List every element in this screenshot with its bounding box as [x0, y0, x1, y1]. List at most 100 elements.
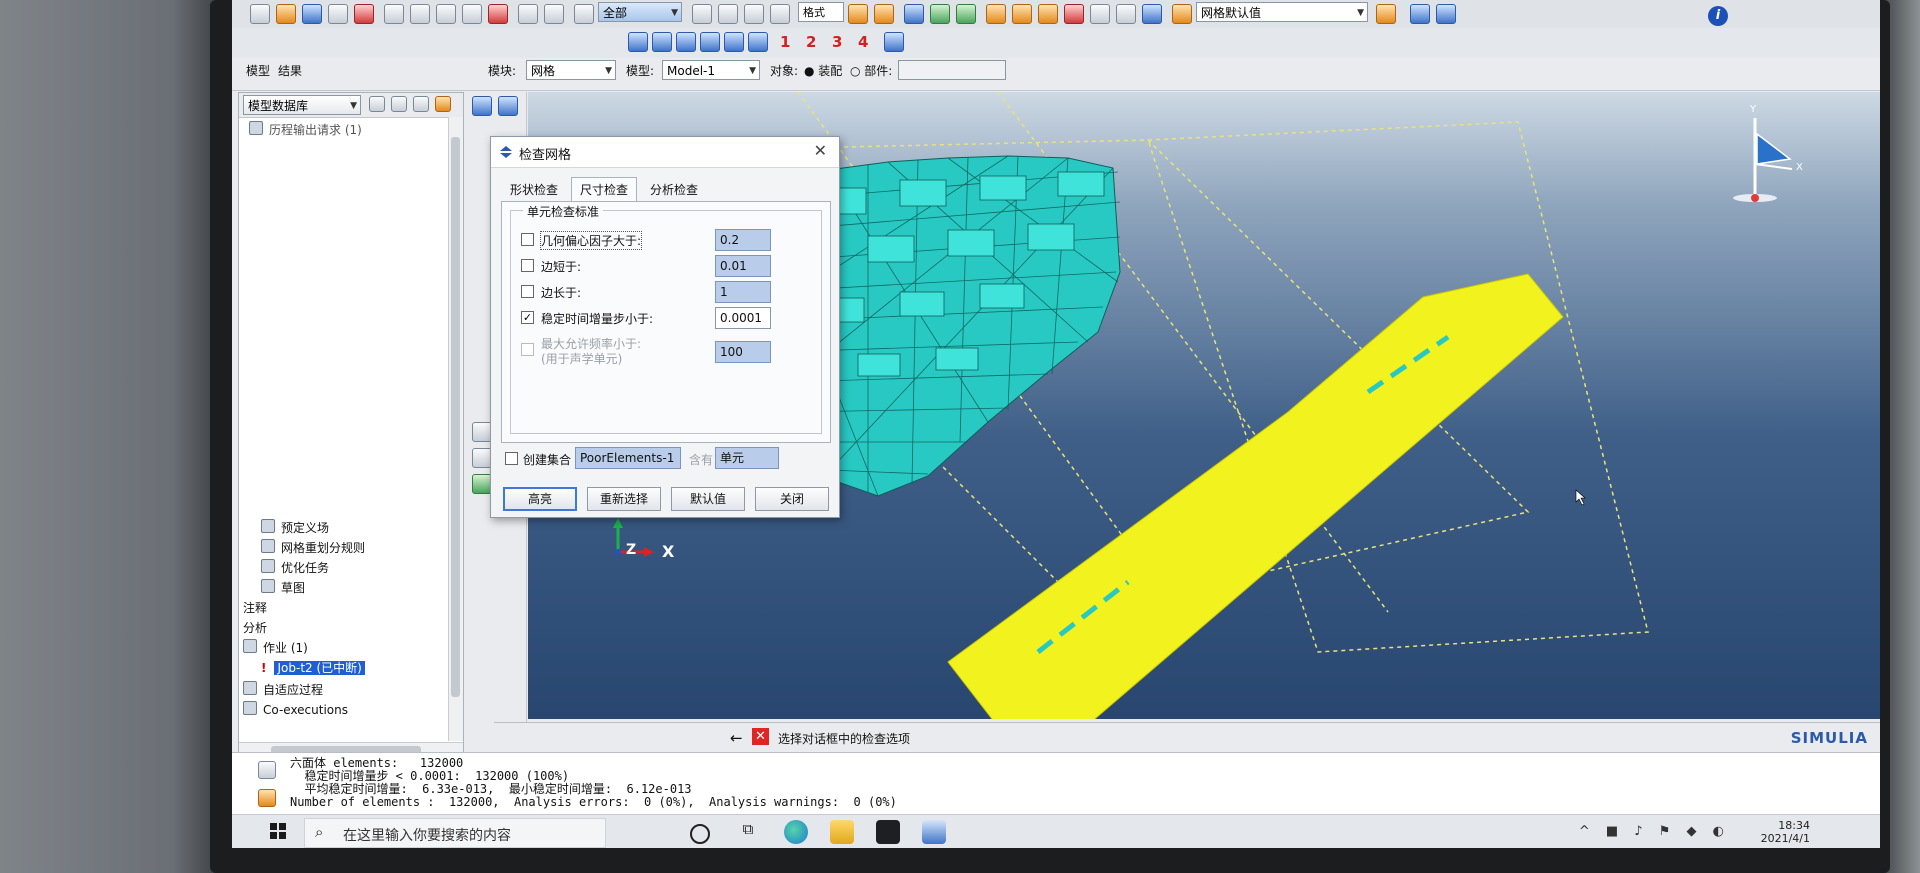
- verify-mesh-icon[interactable]: [472, 422, 492, 442]
- render-style-box[interactable]: 格式36s: [798, 2, 844, 39]
- terminal-icon[interactable]: [876, 820, 900, 844]
- select-icon-2[interactable]: [718, 4, 738, 24]
- windows-start-icon[interactable]: [270, 823, 286, 839]
- csys-icon-4[interactable]: [700, 32, 720, 52]
- tower-icon[interactable]: [544, 4, 564, 24]
- defaults-button[interactable]: 默认值: [671, 487, 745, 511]
- csys-icon-5[interactable]: [724, 32, 744, 52]
- view-front-icon[interactable]: [930, 4, 950, 24]
- tree-item-analysis[interactable]: 分析: [243, 619, 267, 636]
- tree-vertical-scrollbar[interactable]: [448, 117, 463, 741]
- database-icon[interactable]: [354, 4, 374, 24]
- task-view-icon[interactable]: ⧉: [736, 820, 760, 844]
- rotate-icon[interactable]: [410, 4, 430, 24]
- input-geometric-deviation[interactable]: 0.2: [715, 229, 771, 251]
- layout-grid-icon[interactable]: [1436, 4, 1456, 24]
- cortana-icon[interactable]: [690, 824, 710, 844]
- shaded-edges-icon[interactable]: [874, 4, 894, 24]
- tab-shape-check[interactable]: 形状检查: [501, 177, 567, 201]
- spheres-icon[interactable]: [1012, 4, 1032, 24]
- tree-item-annotations[interactable]: 注释: [243, 599, 267, 616]
- pan-icon[interactable]: [384, 4, 404, 24]
- tree-filter-icon[interactable]: [413, 96, 429, 112]
- input-set-name[interactable]: PoorElements-1: [575, 447, 681, 469]
- tree-item-remesh-rules[interactable]: 网格重划分规则: [261, 539, 365, 556]
- system-tray-icons[interactable]: ^ ■ ♪ ⚑ ◆ ◐: [1579, 824, 1730, 839]
- table-icon[interactable]: [1142, 4, 1162, 24]
- close-icon[interactable]: ✕: [814, 141, 827, 160]
- seed-part-icon[interactable]: [472, 96, 492, 116]
- checkbox-geometric-deviation[interactable]: [521, 233, 534, 246]
- edit-mesh-icon[interactable]: [472, 448, 492, 468]
- sphere-icon[interactable]: [1038, 4, 1058, 24]
- radio-part[interactable]: ○ 部件:: [850, 62, 892, 79]
- tab-results[interactable]: 结果: [278, 62, 302, 79]
- model-select[interactable]: Model-1 ▼: [662, 60, 760, 80]
- print-icon[interactable]: [328, 4, 348, 24]
- tab-model[interactable]: 模型: [246, 62, 270, 79]
- color-code-icon[interactable]: [986, 4, 1006, 24]
- clock[interactable]: 18:34 2021/4/1: [1761, 819, 1810, 845]
- tree-item-job-t2[interactable]: ! Job-t2 (已中断): [261, 659, 365, 676]
- input-long-edge[interactable]: 1: [715, 281, 771, 303]
- tree-item-co-executions[interactable]: Co-executions: [243, 701, 348, 717]
- box-zoom-icon[interactable]: [462, 4, 482, 24]
- abaqus-taskbar-icon[interactable]: [922, 820, 946, 844]
- edge-browser-icon[interactable]: [784, 820, 808, 844]
- select-arrow-icon[interactable]: [574, 4, 594, 24]
- view-iso-icon[interactable]: [904, 4, 924, 24]
- back-arrow-icon[interactable]: ←: [730, 729, 743, 747]
- seed-edge-icon[interactable]: [498, 96, 518, 116]
- reselect-button[interactable]: 重新选择: [587, 487, 661, 511]
- redo-icon[interactable]: [1116, 4, 1136, 24]
- tree-item-jobs[interactable]: 作业 (1): [243, 639, 308, 656]
- open-icon[interactable]: [276, 4, 296, 24]
- triad-icon[interactable]: [884, 32, 904, 52]
- undo-icon[interactable]: [1090, 4, 1110, 24]
- tree-item-adaptivity[interactable]: 自适应过程: [243, 681, 323, 698]
- seed-3[interactable]: 3: [832, 28, 842, 56]
- input-stable-time-increment[interactable]: 0.0001: [715, 307, 771, 329]
- csys-icon-2[interactable]: [652, 32, 672, 52]
- checkbox-create-set[interactable]: [505, 452, 518, 465]
- auto-fit-icon[interactable]: [488, 4, 508, 24]
- seed-1[interactable]: 1: [780, 28, 790, 56]
- query-icon[interactable]: [1064, 4, 1084, 24]
- palette-icon[interactable]: [1172, 4, 1192, 24]
- select-icon-1[interactable]: [692, 4, 712, 24]
- view-orientation-indicator[interactable]: Y X: [1730, 104, 1810, 214]
- command-line-icon[interactable]: [258, 789, 276, 807]
- new-icon[interactable]: [250, 4, 270, 24]
- close-button[interactable]: 关闭: [755, 487, 829, 511]
- shaded-icon[interactable]: [848, 4, 868, 24]
- select-contains[interactable]: 单元: [715, 447, 779, 469]
- zoom-icon[interactable]: [436, 4, 456, 24]
- checkbox-long-edge[interactable]: [521, 285, 534, 298]
- tab-analysis-check[interactable]: 分析检查: [641, 177, 707, 201]
- input-short-edge[interactable]: 0.01: [715, 255, 771, 277]
- tree-item-history-output[interactable]: 历程输出请求 (1): [249, 121, 362, 138]
- display-group-select[interactable]: 网格默认值 ▼: [1196, 2, 1368, 22]
- tab-size-check[interactable]: 尺寸检查: [571, 177, 638, 203]
- mesh-tools-icon[interactable]: [472, 474, 492, 494]
- checkbox-stable-time-increment[interactable]: ✓: [521, 311, 534, 324]
- radio-assembly[interactable]: ● 装配: [804, 62, 842, 79]
- view-side-icon[interactable]: [956, 4, 976, 24]
- csys-icon-3[interactable]: [676, 32, 696, 52]
- tree-item-predefined-field[interactable]: 预定义场: [261, 519, 329, 536]
- display-group-icon[interactable]: [1376, 4, 1396, 24]
- perspective-icon[interactable]: [518, 4, 538, 24]
- seed-4[interactable]: 4: [858, 28, 868, 56]
- taskbar-search-box[interactable]: ⌕ 在这里输入你要搜索的内容: [304, 818, 606, 848]
- file-explorer-icon[interactable]: [830, 820, 854, 844]
- select-icon-4[interactable]: [770, 4, 790, 24]
- seed-2[interactable]: 2: [806, 28, 816, 56]
- tree-db-select[interactable]: 模型数据库 ▼: [243, 95, 361, 115]
- csys-icon-1[interactable]: [628, 32, 648, 52]
- tree-expand-icon[interactable]: [391, 96, 407, 112]
- select-icon-3[interactable]: [744, 4, 764, 24]
- tree-item-optimization[interactable]: 优化任务: [261, 559, 329, 576]
- checkbox-short-edge[interactable]: [521, 259, 534, 272]
- module-select[interactable]: 网格 ▼: [526, 60, 616, 80]
- checkbox-max-frequency[interactable]: [521, 343, 534, 356]
